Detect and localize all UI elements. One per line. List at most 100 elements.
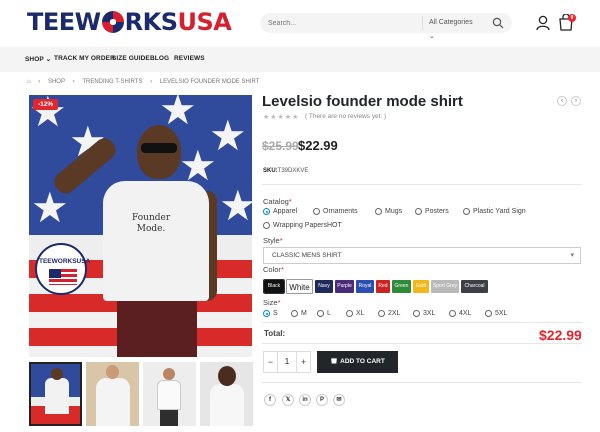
nav-item-blog[interactable]: BLOG <box>150 55 169 62</box>
thumbnail-3[interactable] <box>143 362 196 426</box>
brand-badge-text: TEEWORKSUSA <box>39 258 91 265</box>
thumbnail-head <box>51 368 63 380</box>
pinterest-icon[interactable]: P <box>316 394 328 406</box>
radio-icon <box>463 208 470 215</box>
breadcrumb: ⌂ › SHOP › TRENDING T-SHIRTS › LEVELSIO … <box>27 79 265 89</box>
flag-icon <box>49 269 77 285</box>
total-price: $22.99 <box>539 327 582 343</box>
sku-value: T39DXKVE <box>277 168 309 174</box>
category-select[interactable]: All Categories ⌄ <box>422 16 480 40</box>
radio-icon <box>313 208 320 215</box>
breadcrumb-shop[interactable]: SHOP <box>48 79 65 85</box>
quantity-stepper: − 1 + <box>263 351 311 373</box>
total-label: Total: <box>264 329 286 338</box>
quantity-input[interactable]: 1 <box>278 352 296 372</box>
nav-item-reviews[interactable]: REVIEWS <box>174 55 205 62</box>
quantity-increase-button[interactable]: + <box>296 352 310 372</box>
logo-text-end: USA <box>177 8 232 36</box>
thumbnail-head <box>163 368 175 380</box>
add-to-cart-button[interactable]: ADD TO CART <box>317 351 398 373</box>
color-swatch-sport-grey[interactable]: Sport Grey <box>431 280 459 293</box>
radio-icon <box>317 310 324 317</box>
cart-count-badge: 0 <box>568 14 576 22</box>
thumbnail-head <box>106 365 119 379</box>
size-option-4xl[interactable]: 4XL <box>449 310 471 317</box>
catalog-option-posters[interactable]: Posters <box>415 208 449 215</box>
catalog-option-ornaments[interactable]: Ornaments <box>313 208 358 215</box>
home-icon[interactable]: ⌂ <box>27 79 31 85</box>
thumbnail-shirt <box>210 384 244 426</box>
size-option-l[interactable]: L <box>317 310 331 317</box>
linkedin-icon[interactable]: in <box>299 394 311 406</box>
radio-icon <box>346 310 353 317</box>
size-option-xl[interactable]: XL <box>346 310 365 317</box>
catalog-option-mugs[interactable]: Mugs <box>375 208 402 215</box>
current-price: $22.99 <box>298 138 338 153</box>
model-shirt <box>103 181 209 301</box>
nav-item-track-order[interactable]: TRACK MY ORDER <box>54 55 115 62</box>
site-header: TEEW RKSUSA All Categories ⌄ 0 <box>0 0 600 46</box>
email-icon[interactable]: ✉ <box>333 394 345 406</box>
color-swatch-green[interactable]: Green <box>392 280 411 293</box>
quantity-decrease-button[interactable]: − <box>264 352 278 372</box>
style-select[interactable]: CLASSIC MENS SHIRT ▾ <box>263 247 581 264</box>
catalog-option-yard-sign[interactable]: Plastic Yard Sign <box>463 208 526 215</box>
color-swatch-gold[interactable]: Gold <box>413 280 429 293</box>
size-option-3xl[interactable]: 3XL <box>413 310 435 317</box>
prev-product-button[interactable]: ‹ <box>557 96 567 106</box>
radio-icon <box>415 208 422 215</box>
site-logo[interactable]: TEEW RKSUSA <box>27 8 232 36</box>
color-swatch-charcoal[interactable]: Charcoal <box>461 280 488 293</box>
radio-icon <box>378 310 385 317</box>
nav-item-size-guide[interactable]: SIZE GUIDE <box>112 55 150 62</box>
size-option-label: M <box>301 310 307 317</box>
color-swatch-red[interactable]: Red <box>376 280 390 293</box>
thumbnail-1[interactable] <box>29 362 82 426</box>
sku-label: SKU: <box>263 168 278 174</box>
nav-item-shop[interactable]: SHOP ⌄ <box>25 55 51 63</box>
size-option-m[interactable]: M <box>291 310 307 317</box>
size-option-5xl[interactable]: 5XL <box>485 310 507 317</box>
color-swatch-black[interactable]: Black <box>263 279 285 294</box>
thumbnail-4[interactable] <box>200 362 253 426</box>
breadcrumb-separator: › <box>150 79 153 85</box>
category-select-label: All Categories <box>429 19 473 26</box>
facebook-icon[interactable]: f <box>264 394 276 406</box>
main-nav: SHOP ⌄ TRACK MY ORDER SIZE GUIDE BLOG RE… <box>0 47 600 72</box>
chevron-down-icon: ▾ <box>570 252 574 259</box>
color-swatch-purple[interactable]: Purple <box>335 280 354 293</box>
radio-icon <box>449 310 456 317</box>
catalog-option-label: Wrapping PapersHOT <box>273 222 342 229</box>
next-product-button[interactable]: › <box>571 96 581 106</box>
catalog-label-text: Catalog <box>263 197 289 206</box>
radio-icon <box>291 310 298 317</box>
style-label: Style* <box>263 236 283 245</box>
catalog-label: Catalog* <box>263 197 292 206</box>
catalog-option-wrapping-paper[interactable]: Wrapping PapersHOT <box>263 222 342 229</box>
user-account-icon[interactable] <box>536 15 550 31</box>
search-input[interactable] <box>268 16 418 30</box>
breadcrumb-category[interactable]: TRENDING T-SHIRTS <box>82 79 142 85</box>
reviews-link[interactable]: ( There are no reviews yet. ) <box>305 113 386 120</box>
breadcrumb-current: LEVELSIO FOUNDER MODE SHIRT <box>159 79 260 85</box>
size-option-s[interactable]: S <box>263 310 278 317</box>
color-swatch-navy[interactable]: Navy <box>315 280 333 293</box>
color-swatch-royal[interactable]: Royal <box>356 280 374 293</box>
thumbnail-shirt <box>45 378 69 414</box>
star-icon: ★ <box>219 182 252 229</box>
size-option-2xl[interactable]: 2XL <box>378 310 400 317</box>
sale-badge: -12% <box>33 99 59 110</box>
required-mark: * <box>288 197 292 206</box>
catalog-option-apparel[interactable]: Apparel <box>263 208 297 215</box>
search-icon[interactable] <box>492 17 504 29</box>
product-main-image[interactable]: ★ ★ ★ ★ ★ ★ ★ Founder Mode. TEEWORKSUSA <box>29 95 252 357</box>
catalog-option-label: Ornaments <box>323 208 358 215</box>
divider <box>262 382 582 383</box>
style-select-value: CLASSIC MENS SHIRT <box>272 252 342 259</box>
x-icon[interactable]: 𝕏 <box>282 394 294 406</box>
color-swatch-white[interactable]: White <box>286 279 313 294</box>
thumbnail-hoodie <box>96 378 130 426</box>
old-price: $25.99 <box>262 139 299 153</box>
brand-badge: TEEWORKSUSA <box>35 243 91 295</box>
thumbnail-2[interactable] <box>86 362 139 426</box>
